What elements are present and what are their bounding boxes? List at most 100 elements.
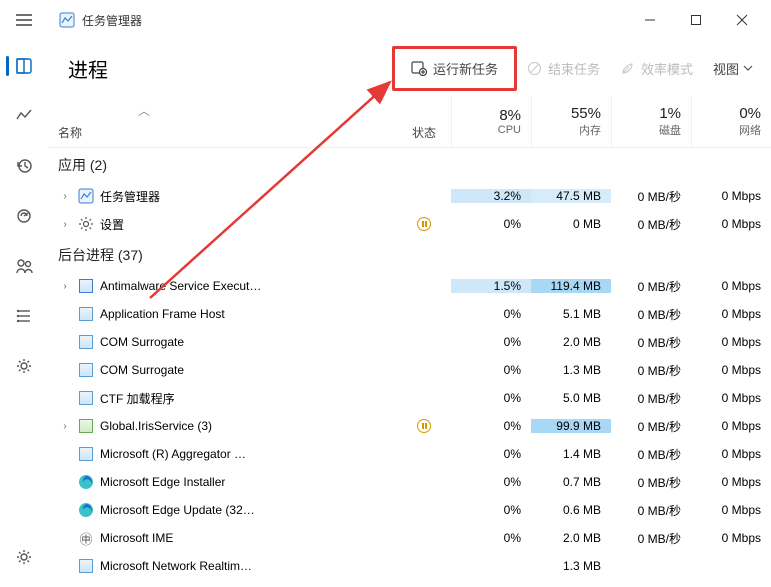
nav-performance[interactable] (4, 96, 44, 136)
process-icon (78, 362, 94, 378)
nav-startup[interactable] (4, 196, 44, 236)
process-name: Microsoft Edge Update (32… (100, 503, 255, 517)
process-icon (78, 188, 94, 204)
process-icon (78, 278, 94, 294)
nav-details[interactable] (4, 296, 44, 336)
col-status-label: 状态 (412, 124, 436, 141)
cpu-pct: 8% (499, 107, 521, 124)
mem-cell: 0.6 MB (531, 503, 611, 517)
mem-cell: 0.7 MB (531, 475, 611, 489)
efficiency-mode-button[interactable]: 效率模式 (610, 53, 703, 84)
process-row[interactable]: › Antimalware Service Execut… 1.5% 119.4… (48, 272, 771, 300)
net-cell: 0 Mbps (691, 531, 771, 545)
page-title: 进程 (68, 54, 108, 83)
process-row[interactable]: › 任务管理器 3.2% 47.5 MB 0 MB/秒 0 Mbps (48, 182, 771, 210)
view-dropdown[interactable]: 视图 (713, 59, 753, 78)
nav-app-history[interactable] (4, 146, 44, 186)
process-row[interactable]: Microsoft Edge Update (32… 0% 0.6 MB 0 M… (48, 496, 771, 524)
nav-processes[interactable] (4, 46, 44, 86)
col-name[interactable]: ︿ 名称 (48, 96, 397, 147)
process-icon (78, 446, 94, 462)
disk-cell: 0 MB/秒 (611, 502, 691, 519)
maximize-button[interactable] (673, 2, 719, 38)
nav-services[interactable] (4, 346, 44, 386)
menu-button[interactable] (6, 2, 42, 38)
nav-settings[interactable] (4, 537, 44, 577)
process-row[interactable]: Microsoft (R) Aggregator … 0% 1.4 MB 0 M… (48, 440, 771, 468)
mem-cell: 0 MB (531, 217, 611, 231)
process-icon (78, 216, 94, 232)
process-name: Antimalware Service Execut… (100, 279, 261, 293)
net-cell: 0 Mbps (691, 279, 771, 293)
process-row[interactable]: Microsoft Network Realtim… 1.3 MB (48, 552, 771, 580)
leaf-icon (620, 61, 635, 76)
disk-cell: 0 MB/秒 (611, 278, 691, 295)
process-name: Microsoft Network Realtim… (100, 559, 252, 573)
end-task-label: 结束任务 (548, 59, 600, 78)
process-row[interactable]: COM Surrogate 0% 1.3 MB 0 MB/秒 0 Mbps (48, 356, 771, 384)
disk-lbl: 磁盘 (659, 122, 681, 138)
process-row[interactable]: Application Frame Host 0% 5.1 MB 0 MB/秒 … (48, 300, 771, 328)
paused-icon (417, 217, 431, 231)
nav-users[interactable] (4, 246, 44, 286)
mem-cell: 2.0 MB (531, 335, 611, 349)
disk-cell: 0 MB/秒 (611, 188, 691, 205)
column-header: ︿ 名称 状态 8%CPU 55%内存 1%磁盘 0%网络 (48, 96, 771, 148)
process-icon (78, 306, 94, 322)
mem-cell: 1.3 MB (531, 559, 611, 573)
process-row[interactable]: ㊥ Microsoft IME 0% 2.0 MB 0 MB/秒 0 Mbps (48, 524, 771, 552)
process-row[interactable]: › 设置 0% 0 MB 0 MB/秒 0 Mbps (48, 210, 771, 238)
view-label: 视图 (713, 59, 739, 78)
cpu-cell: 0% (451, 307, 531, 321)
net-pct: 0% (739, 105, 761, 122)
net-cell: 0 Mbps (691, 217, 771, 231)
cpu-cell: 0% (451, 335, 531, 349)
minimize-button[interactable] (627, 2, 673, 38)
run-task-icon (411, 60, 427, 76)
cpu-cell: 0% (451, 475, 531, 489)
expand-icon[interactable]: › (58, 281, 72, 292)
net-cell: 0 Mbps (691, 307, 771, 321)
close-button[interactable] (719, 2, 765, 38)
process-name: Microsoft Edge Installer (100, 475, 225, 489)
disk-cell: 0 MB/秒 (611, 216, 691, 233)
cpu-cell: 0% (451, 363, 531, 377)
group-apps[interactable]: 应用 (2) (48, 148, 771, 182)
process-row[interactable]: COM Surrogate 0% 2.0 MB 0 MB/秒 0 Mbps (48, 328, 771, 356)
process-list: 应用 (2) › 任务管理器 3.2% 47.5 MB 0 MB/秒 0 Mbp… (48, 148, 771, 580)
mem-cell: 1.3 MB (531, 363, 611, 377)
end-task-button[interactable]: 结束任务 (517, 53, 610, 84)
process-name: Global.IrisService (3) (100, 419, 212, 433)
group-background[interactable]: 后台进程 (37) (48, 238, 771, 272)
end-task-icon (527, 61, 542, 76)
disk-cell: 0 MB/秒 (611, 530, 691, 547)
disk-cell: 0 MB/秒 (611, 334, 691, 351)
col-disk[interactable]: 1%磁盘 (611, 96, 691, 147)
col-cpu[interactable]: 8%CPU (451, 96, 531, 147)
process-icon (78, 502, 94, 518)
net-cell: 0 Mbps (691, 419, 771, 433)
mem-cell: 99.9 MB (531, 419, 611, 433)
mem-cell: 2.0 MB (531, 531, 611, 545)
title-bar: 任务管理器 (0, 0, 771, 40)
net-cell: 0 Mbps (691, 503, 771, 517)
disk-cell: 0 MB/秒 (611, 362, 691, 379)
expand-icon[interactable]: › (58, 421, 72, 432)
expand-icon[interactable]: › (58, 191, 72, 202)
cpu-cell: 0% (451, 419, 531, 433)
process-row[interactable]: › Global.IrisService (3) 0% 99.9 MB 0 MB… (48, 412, 771, 440)
process-row[interactable]: CTF 加载程序 0% 5.0 MB 0 MB/秒 0 Mbps (48, 384, 771, 412)
process-row[interactable]: Microsoft Edge Installer 0% 0.7 MB 0 MB/… (48, 468, 771, 496)
net-cell: 0 Mbps (691, 391, 771, 405)
mem-cell: 1.4 MB (531, 447, 611, 461)
col-memory[interactable]: 55%内存 (531, 96, 611, 147)
col-network[interactable]: 0%网络 (691, 96, 771, 147)
disk-cell: 0 MB/秒 (611, 418, 691, 435)
mem-pct: 55% (571, 105, 601, 122)
cpu-cell: 0% (451, 503, 531, 517)
run-new-task-button[interactable]: 运行新任务 (401, 53, 508, 84)
col-status[interactable]: 状态 (397, 96, 451, 147)
process-icon (78, 334, 94, 350)
expand-icon[interactable]: › (58, 219, 72, 230)
mem-lbl: 内存 (579, 122, 601, 138)
